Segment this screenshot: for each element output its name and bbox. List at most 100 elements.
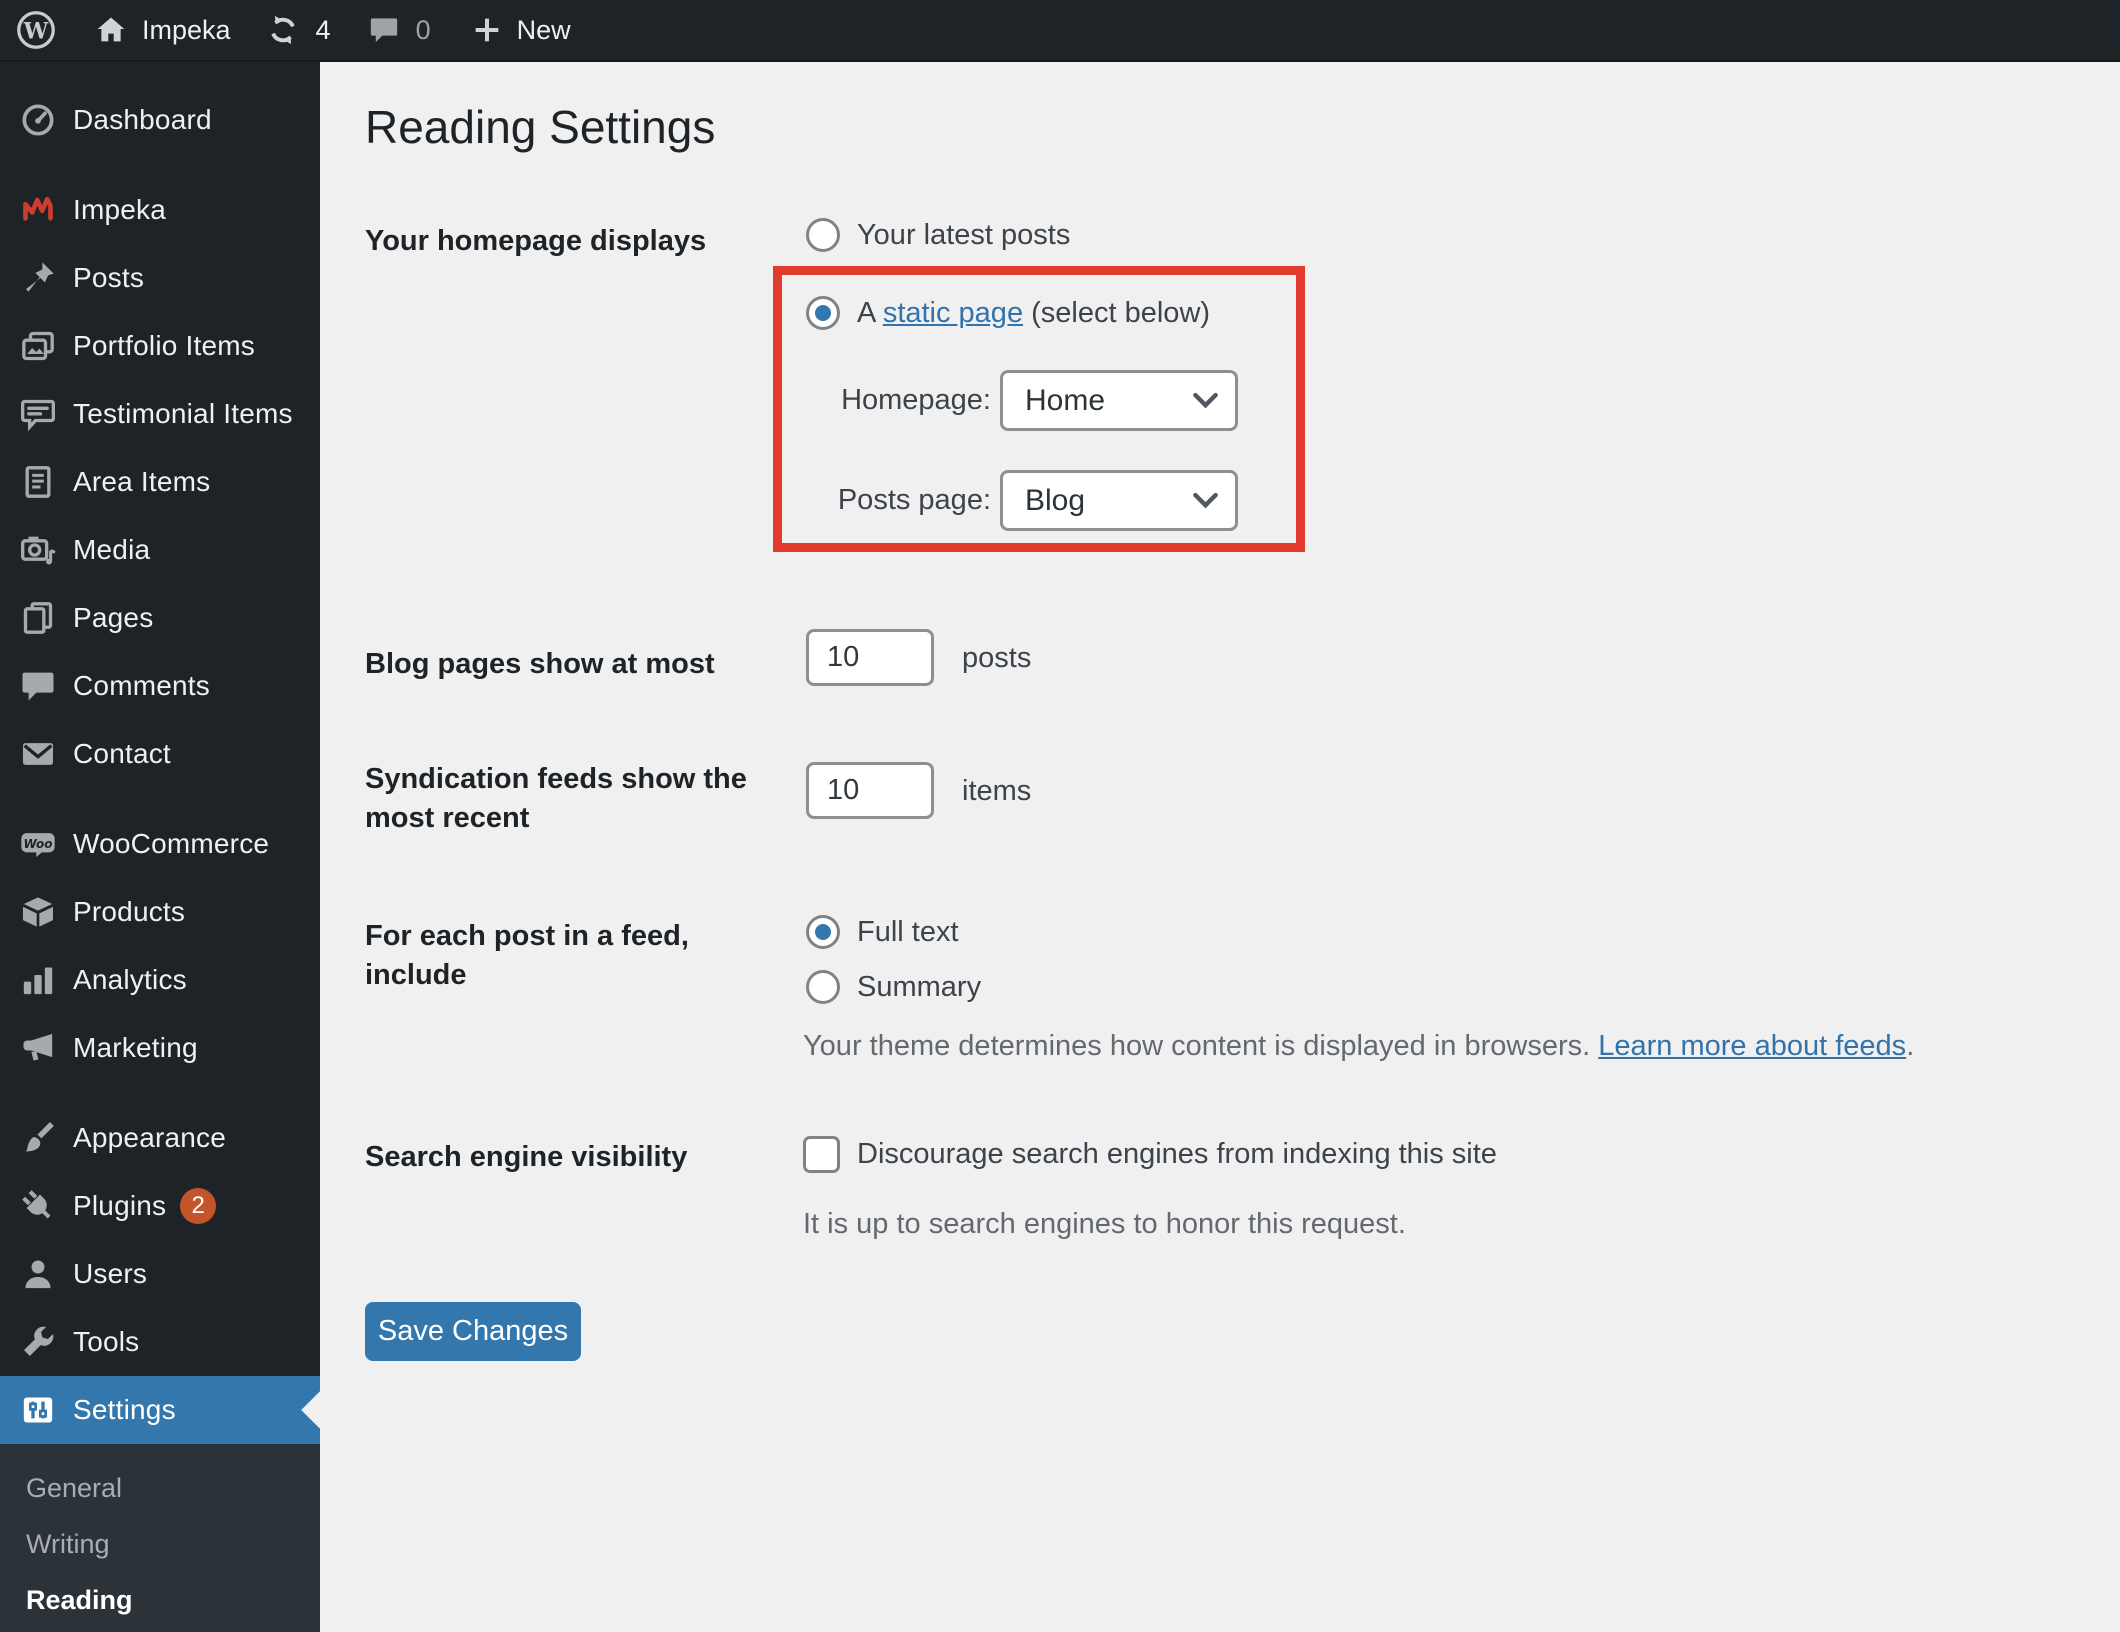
homepage-select-label: Homepage:: [841, 384, 991, 416]
radio-full-text[interactable]: [806, 915, 840, 949]
sidebar-item-products[interactable]: Products: [0, 878, 320, 946]
brush-icon: [18, 1118, 58, 1158]
pages-icon: [18, 598, 58, 638]
wrench-icon: [18, 1322, 58, 1362]
admin-bar-site-name: Impeka: [142, 14, 231, 45]
syndication-label: Syndication feeds show the most recent: [365, 763, 747, 834]
sidebar-item-contact[interactable]: Contact: [0, 720, 320, 788]
admin-bar-new[interactable]: New: [471, 14, 571, 46]
plugins-update-badge: 2: [180, 1188, 217, 1224]
discourage-indexing-label[interactable]: Discourage search engines from indexing …: [857, 1138, 1497, 1171]
admin-bar-updates[interactable]: 4: [265, 12, 331, 48]
camera-icon: [18, 530, 58, 570]
user-icon: [18, 1254, 58, 1294]
settings-sliders-icon: [18, 1390, 58, 1430]
summary-option-label[interactable]: Summary: [857, 971, 981, 1004]
plugin-icon: [18, 1186, 58, 1226]
admin-bar-comments[interactable]: 0: [367, 13, 431, 47]
plus-icon: [471, 14, 503, 46]
pushpin-icon: [18, 258, 58, 298]
latest-posts-option-label[interactable]: Your latest posts: [857, 219, 1070, 252]
woocommerce-icon: Woo: [18, 824, 58, 864]
full-text-option-label[interactable]: Full text: [857, 916, 959, 949]
box-icon: [18, 892, 58, 932]
homepage-select-value: Home: [1025, 383, 1106, 417]
feed-help-text: Your theme determines how content is dis…: [803, 1030, 1915, 1062]
sidebar-item-settings[interactable]: Settings: [0, 1376, 341, 1444]
comments-count: 0: [415, 14, 431, 45]
radio-summary[interactable]: [806, 970, 840, 1004]
comment-bubble-icon: [367, 13, 401, 47]
dashboard-icon: [18, 100, 58, 140]
update-arrows-icon: [265, 12, 301, 48]
syndication-count-input[interactable]: [806, 762, 934, 819]
summary-option: Summary: [806, 970, 981, 1004]
chevron-down-icon: [1193, 492, 1218, 509]
sidebar-item-appearance[interactable]: Appearance: [0, 1104, 320, 1172]
chevron-down-icon: [1193, 392, 1218, 409]
search-visibility-label: Search engine visibility: [365, 1141, 688, 1173]
reading-settings-page: Reading Settings Your homepage displays …: [320, 62, 2120, 1632]
search-visibility-help-text: It is up to search engines to honor this…: [803, 1208, 1406, 1240]
svg-text:W: W: [23, 18, 49, 44]
wordpress-logo-icon[interactable]: W: [14, 8, 58, 52]
sidebar-item-impeka[interactable]: Impeka: [0, 176, 320, 244]
sidebar-item-woocommerce[interactable]: Woo WooCommerce: [0, 810, 320, 878]
updates-count: 4: [315, 14, 331, 45]
sidebar-item-media[interactable]: Media: [0, 516, 320, 584]
testimonial-bubble-icon: [18, 394, 58, 434]
sidebar-item-posts[interactable]: Posts: [0, 244, 320, 312]
settings-submenu: General Writing Reading: [0, 1444, 320, 1632]
sidebar-item-pages[interactable]: Pages: [0, 584, 320, 652]
blog-pages-unit: posts: [962, 642, 1032, 674]
posts-page-select-label: Posts page:: [837, 484, 991, 516]
sidebar-item-plugins[interactable]: Plugins 2: [0, 1172, 320, 1240]
admin-bar: W Impeka 4 0 New: [0, 0, 2120, 62]
sidebar-item-area-items[interactable]: Area Items: [0, 448, 320, 516]
envelope-icon: [18, 734, 58, 774]
sidebar-item-analytics[interactable]: Analytics: [0, 946, 320, 1014]
sidebar-item-tools[interactable]: Tools: [0, 1308, 320, 1376]
admin-bar-site-link[interactable]: Impeka: [94, 13, 231, 47]
sidebar-item-marketing[interactable]: Marketing: [0, 1014, 320, 1082]
sidebar-item-users[interactable]: Users: [0, 1240, 320, 1308]
learn-more-feeds-link[interactable]: Learn more about feeds: [1598, 1030, 1906, 1062]
homepage-select[interactable]: Home: [1000, 370, 1238, 431]
megaphone-icon: [18, 1028, 58, 1068]
static-page-option: A static page (select below): [806, 296, 1210, 330]
blog-pages-label: Blog pages show at most: [365, 648, 715, 680]
portfolio-images-icon: [18, 326, 58, 366]
blog-pages-count-input[interactable]: [806, 629, 934, 686]
admin-sidebar-menu: Dashboard Impeka Posts Portfolio Items T…: [0, 62, 341, 1632]
page-title: Reading Settings: [365, 101, 716, 153]
static-page-link[interactable]: static page: [883, 297, 1023, 329]
new-label: New: [516, 14, 571, 45]
discourage-indexing-option: Discourage search engines from indexing …: [803, 1136, 1497, 1173]
feed-content-label: For each post in a feed, include: [365, 920, 689, 991]
posts-page-select[interactable]: Blog: [1000, 470, 1238, 531]
discourage-indexing-checkbox[interactable]: [803, 1136, 840, 1173]
homepage-displays-label: Your homepage displays: [365, 225, 707, 257]
full-text-option: Full text: [806, 915, 959, 949]
static-page-option-label: A static page (select below): [857, 296, 1211, 329]
posts-page-select-value: Blog: [1025, 483, 1086, 517]
submenu-item-general[interactable]: General: [0, 1460, 320, 1516]
home-icon: [94, 13, 128, 47]
impeka-logo-icon: [18, 190, 58, 230]
wordpress-admin: W Impeka 4 0 New Dashboard Impeka Posts …: [0, 0, 2120, 1632]
document-icon: [18, 462, 58, 502]
sidebar-item-portfolio-items[interactable]: Portfolio Items: [0, 312, 320, 380]
radio-static-page[interactable]: [806, 296, 840, 330]
radio-your-latest-posts[interactable]: [806, 218, 840, 252]
submenu-item-reading[interactable]: Reading: [0, 1572, 320, 1628]
comment-icon: [18, 666, 58, 706]
sidebar-item-dashboard[interactable]: Dashboard: [0, 86, 320, 154]
svg-text:Woo: Woo: [23, 837, 52, 851]
syndication-unit: items: [962, 775, 1032, 807]
sidebar-item-testimonial-items[interactable]: Testimonial Items: [0, 380, 320, 448]
submenu-item-writing[interactable]: Writing: [0, 1516, 320, 1572]
bar-chart-icon: [18, 960, 58, 1000]
save-changes-button[interactable]: Save Changes: [365, 1302, 581, 1361]
latest-posts-option: Your latest posts: [806, 218, 1070, 252]
sidebar-item-comments[interactable]: Comments: [0, 652, 320, 720]
